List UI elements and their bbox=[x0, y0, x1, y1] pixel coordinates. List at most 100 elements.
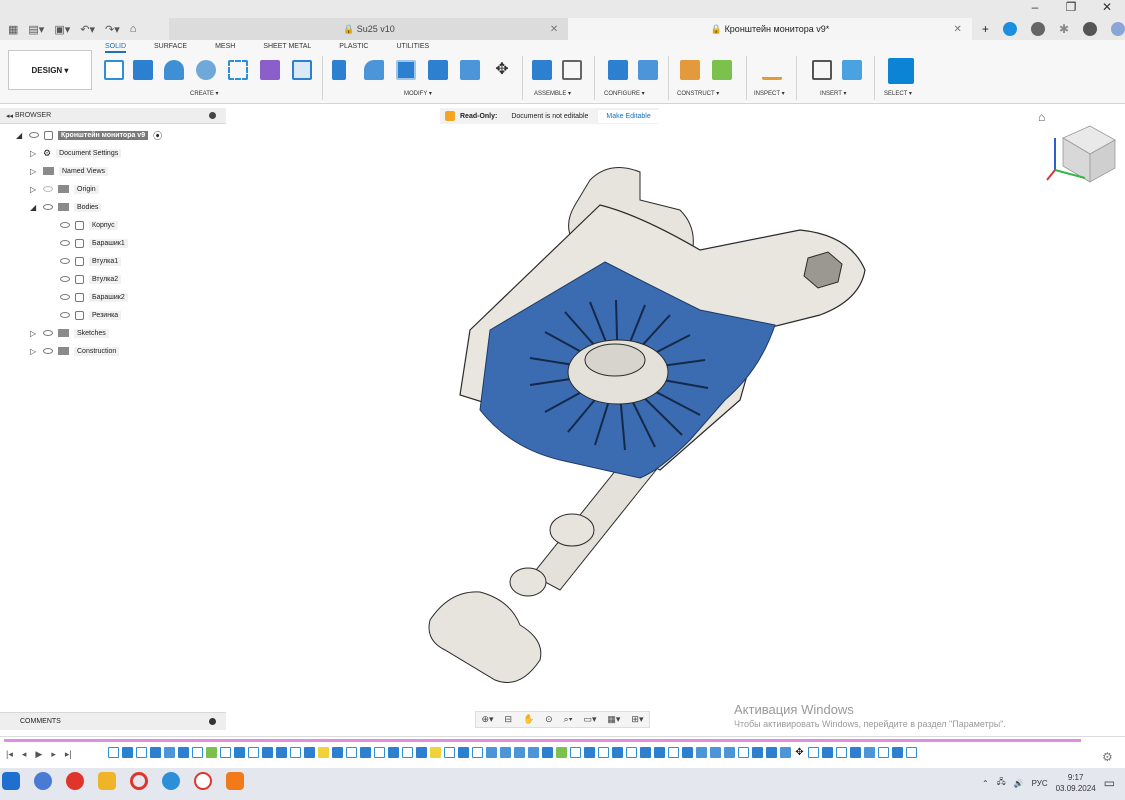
fillet-feature-icon[interactable] bbox=[486, 747, 497, 758]
fillet-feature-icon[interactable] bbox=[164, 747, 175, 758]
move-feature-icon[interactable]: ✥ bbox=[794, 747, 805, 758]
timeline-features: ✥ bbox=[108, 747, 917, 758]
sketch-feature-icon[interactable] bbox=[108, 747, 119, 758]
navigation-bar: ⊕▾ ⊟ ✋ ⊙ ⌕▾ ▭▾ ▦▾ ⊞▾ bbox=[475, 711, 650, 728]
sketch-feature-icon[interactable] bbox=[402, 747, 413, 758]
start-icon[interactable] bbox=[2, 772, 20, 790]
extrude-feature-icon[interactable] bbox=[752, 747, 763, 758]
fusion-icon[interactable] bbox=[226, 772, 244, 790]
extrude-feature-icon[interactable] bbox=[360, 747, 371, 758]
extrude-feature-icon[interactable] bbox=[892, 747, 903, 758]
timeline-marker[interactable] bbox=[4, 739, 1081, 742]
selected-feature-icon[interactable] bbox=[318, 747, 329, 758]
os-taskbar: ⌃ 🖧 🔊 РУС 9:17 03.09.2024 ▭ bbox=[0, 768, 1125, 800]
sketch-feature-icon[interactable] bbox=[668, 747, 679, 758]
extrude-feature-icon[interactable] bbox=[178, 747, 189, 758]
sketch-feature-icon[interactable] bbox=[906, 747, 917, 758]
step-back-icon[interactable]: ◂ bbox=[22, 749, 27, 760]
telegram-icon[interactable] bbox=[162, 772, 180, 790]
taskbar-apps bbox=[2, 772, 244, 790]
zoom-window-icon[interactable]: ⌕▾ bbox=[564, 714, 573, 725]
clock[interactable]: 9:17 03.09.2024 bbox=[1056, 772, 1096, 794]
sketch-feature-icon[interactable] bbox=[836, 747, 847, 758]
sketch-feature-icon[interactable] bbox=[598, 747, 609, 758]
opera-icon[interactable] bbox=[130, 772, 148, 790]
fillet-feature-icon[interactable] bbox=[528, 747, 539, 758]
extrude-feature-icon[interactable] bbox=[332, 747, 343, 758]
extrude-feature-icon[interactable] bbox=[416, 747, 427, 758]
grid-icon[interactable]: ▦▾ bbox=[607, 714, 620, 725]
language-indicator[interactable]: РУС bbox=[1032, 779, 1048, 788]
fillet-feature-icon[interactable] bbox=[514, 747, 525, 758]
play-icon[interactable]: ▶ bbox=[35, 749, 42, 760]
extrude-feature-icon[interactable] bbox=[654, 747, 665, 758]
sketch-feature-icon[interactable] bbox=[192, 747, 203, 758]
orbit-icon[interactable]: ⊕▾ bbox=[481, 714, 493, 725]
sketch-feature-icon[interactable] bbox=[738, 747, 749, 758]
viewports-icon[interactable]: ⊞▾ bbox=[631, 714, 643, 725]
sketch-feature-icon[interactable] bbox=[290, 747, 301, 758]
extrude-feature-icon[interactable] bbox=[122, 747, 133, 758]
extrude-feature-icon[interactable] bbox=[542, 747, 553, 758]
sketch-feature-icon[interactable] bbox=[878, 747, 889, 758]
plane-feature-icon[interactable] bbox=[556, 747, 567, 758]
fillet-feature-icon[interactable] bbox=[780, 747, 791, 758]
sketch-feature-icon[interactable] bbox=[626, 747, 637, 758]
sketch-feature-icon[interactable] bbox=[472, 747, 483, 758]
yandex-icon[interactable] bbox=[66, 772, 84, 790]
plane-feature-icon[interactable] bbox=[206, 747, 217, 758]
extrude-feature-icon[interactable] bbox=[276, 747, 287, 758]
go-to-end-icon[interactable]: ▸| bbox=[65, 749, 72, 760]
timeline-settings-icon[interactable]: ⚙ bbox=[1102, 750, 1113, 764]
extrude-feature-icon[interactable] bbox=[766, 747, 777, 758]
extrude-feature-icon[interactable] bbox=[388, 747, 399, 758]
file-explorer-icon[interactable] bbox=[98, 772, 116, 790]
activation-title: Активация Windows bbox=[734, 702, 854, 717]
extrude-feature-icon[interactable] bbox=[234, 747, 245, 758]
sketch-feature-icon[interactable] bbox=[808, 747, 819, 758]
extrude-feature-icon[interactable] bbox=[850, 747, 861, 758]
selected-feature-icon[interactable] bbox=[430, 747, 441, 758]
fillet-feature-icon[interactable] bbox=[500, 747, 511, 758]
extrude-feature-icon[interactable] bbox=[640, 747, 651, 758]
yandex-browser-icon[interactable] bbox=[194, 772, 212, 790]
comments-label: COMMENTS bbox=[20, 718, 61, 725]
zoom-icon[interactable]: ⊙ bbox=[545, 714, 553, 725]
sketch-feature-icon[interactable] bbox=[444, 747, 455, 758]
playback-controls: |◂ ◂ ▶ ▸ ▸| bbox=[6, 749, 72, 760]
pan-icon[interactable]: ✋ bbox=[523, 714, 534, 725]
look-at-icon[interactable]: ⊟ bbox=[504, 714, 512, 725]
sketch-feature-icon[interactable] bbox=[346, 747, 357, 758]
step-forward-icon[interactable]: ▸ bbox=[51, 749, 56, 760]
extrude-feature-icon[interactable] bbox=[584, 747, 595, 758]
speaker-icon[interactable]: 🔊 bbox=[1014, 779, 1024, 788]
extrude-feature-icon[interactable] bbox=[458, 747, 469, 758]
network-icon[interactable]: 🖧 bbox=[997, 776, 1006, 790]
fillet-feature-icon[interactable] bbox=[864, 747, 875, 758]
timeline: |◂ ◂ ▶ ▸ ▸| ✥ ⚙ bbox=[0, 736, 1125, 768]
extrude-feature-icon[interactable] bbox=[150, 747, 161, 758]
extrude-feature-icon[interactable] bbox=[612, 747, 623, 758]
extrude-feature-icon[interactable] bbox=[822, 747, 833, 758]
extrude-feature-icon[interactable] bbox=[304, 747, 315, 758]
fillet-feature-icon[interactable] bbox=[696, 747, 707, 758]
model-viewport[interactable] bbox=[0, 0, 1125, 800]
chevron-up-icon[interactable]: ⌃ bbox=[982, 779, 989, 788]
comments-panel[interactable]: COMMENTS bbox=[0, 712, 226, 730]
go-to-start-icon[interactable]: |◂ bbox=[6, 749, 13, 760]
display-settings-icon[interactable]: ▭▾ bbox=[583, 714, 596, 725]
extrude-feature-icon[interactable] bbox=[682, 747, 693, 758]
add-comment-icon[interactable] bbox=[209, 718, 216, 725]
sketch-feature-icon[interactable] bbox=[248, 747, 259, 758]
viewcube[interactable] bbox=[1045, 120, 1120, 190]
fillet-feature-icon[interactable] bbox=[710, 747, 721, 758]
sketch-feature-icon[interactable] bbox=[220, 747, 231, 758]
clock-time: 9:17 bbox=[1067, 773, 1084, 782]
extrude-feature-icon[interactable] bbox=[262, 747, 273, 758]
app-icon[interactable] bbox=[34, 772, 52, 790]
sketch-feature-icon[interactable] bbox=[374, 747, 385, 758]
fillet-feature-icon[interactable] bbox=[724, 747, 735, 758]
sketch-feature-icon[interactable] bbox=[570, 747, 581, 758]
notification-center-icon[interactable]: ▭ bbox=[1104, 776, 1115, 790]
sketch-feature-icon[interactable] bbox=[136, 747, 147, 758]
